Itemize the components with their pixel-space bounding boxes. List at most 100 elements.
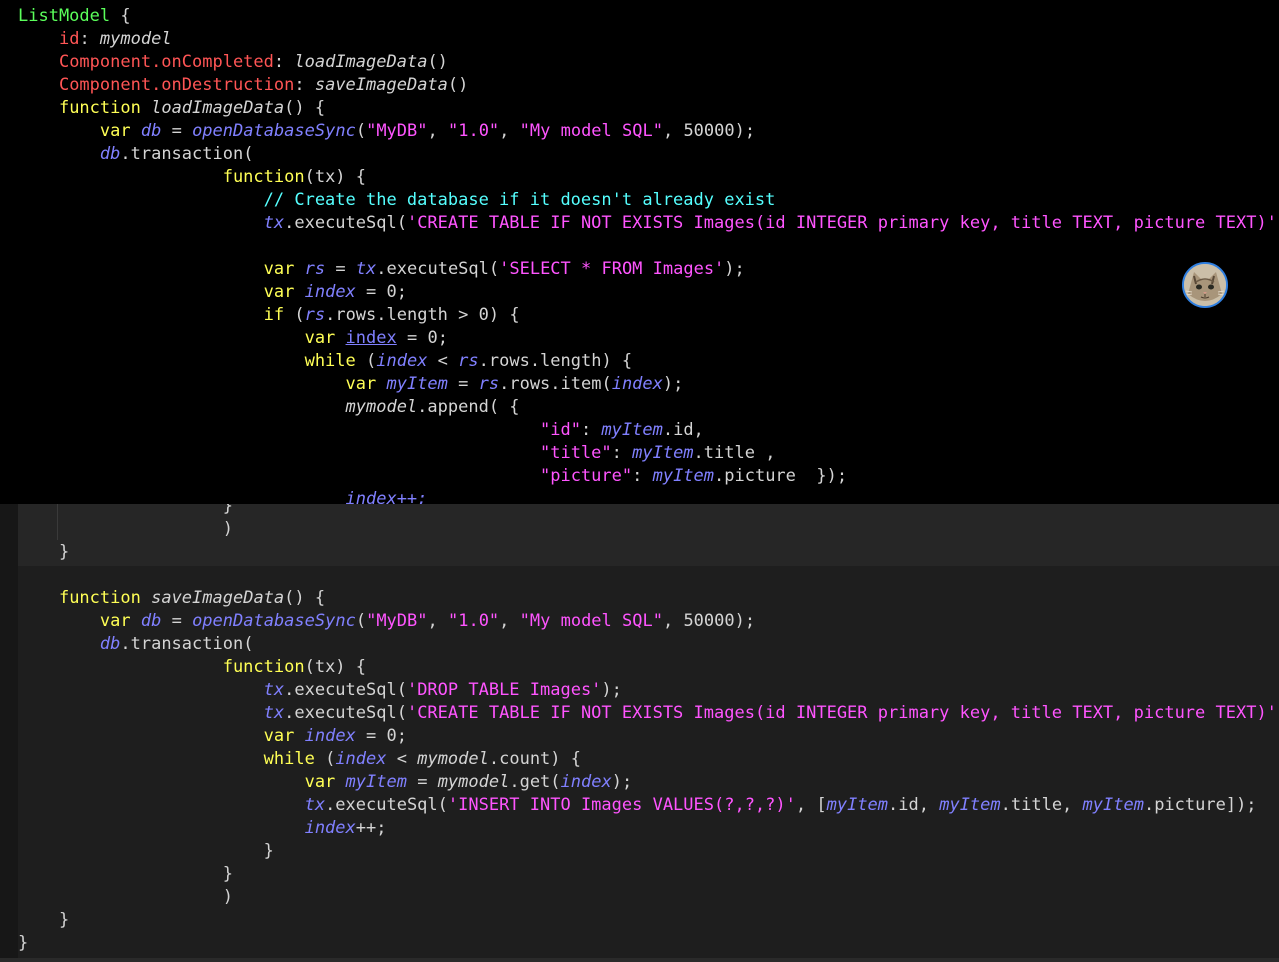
code-line[interactable]: var index = 0; [18, 725, 407, 748]
code-line[interactable]: function saveImageData() { [18, 587, 325, 610]
code-line[interactable]: "picture": myItem.picture }); [18, 465, 847, 488]
code-token: 'DROP TABLE Images' [406, 680, 602, 700]
code-line[interactable]: index++; [18, 488, 428, 504]
code-line[interactable]: ) [18, 886, 233, 909]
code-line[interactable]: var index = 0; [18, 281, 407, 304]
cat-avatar-icon[interactable] [1182, 262, 1228, 308]
code-token: = [325, 259, 356, 279]
code-token: ( [355, 351, 377, 371]
code-token: .executeSql( [284, 213, 407, 233]
code-token: var [99, 611, 131, 631]
code-line[interactable]: function(tx) { [18, 656, 366, 679]
code-line[interactable]: var index = 0; [18, 327, 448, 350]
code-token: .title , [693, 443, 776, 463]
code-token: var [304, 772, 336, 792]
code-token: ); [601, 680, 622, 700]
code-line[interactable]: var myItem = rs.rows.item(index); [18, 373, 684, 396]
code-token: .picture]); [1143, 795, 1257, 815]
code-token: index [304, 818, 356, 838]
code-token: db [140, 611, 162, 631]
code-line[interactable]: if (rs.rows.length > 0) { [18, 304, 520, 327]
code-line[interactable]: ) [18, 518, 233, 541]
code-token: = [355, 726, 387, 746]
code-line[interactable]: var myItem = mymodel.get(index); [18, 771, 633, 794]
code-token: rs [458, 351, 479, 371]
code-token: .append( { [417, 397, 520, 417]
code-line[interactable]: function(tx) { [18, 166, 366, 189]
code-token: () { [284, 588, 326, 608]
code-token: } [58, 542, 70, 562]
code-line[interactable]: db.transaction( [18, 143, 254, 166]
code-line[interactable]: "title": myItem.title , [18, 442, 775, 465]
horizontal-scrollbar[interactable] [0, 958, 1279, 962]
code-token: tx [304, 795, 326, 815]
code-token: = [161, 611, 193, 631]
code-token: = [355, 282, 387, 302]
code-line[interactable]: id: mymodel [18, 28, 172, 51]
code-line[interactable]: var db = openDatabaseSync("MyDB", "1.0",… [18, 610, 755, 633]
code-token: .rows.length) { [478, 351, 633, 371]
code-token: ) { [488, 305, 520, 325]
code-line[interactable]: var db = openDatabaseSync("MyDB", "1.0",… [18, 120, 755, 143]
code-token: "1.0" [447, 121, 500, 141]
code-line[interactable]: } [18, 840, 274, 863]
code-line[interactable]: tx.executeSql('CREATE TABLE IF NOT EXIST… [18, 212, 1279, 235]
code-line[interactable]: tx.executeSql('DROP TABLE Images'); [18, 679, 622, 702]
code-line[interactable]: var rs = tx.executeSql('SELECT * FROM Im… [18, 258, 745, 281]
code-token: ListModel [18, 6, 111, 26]
code-line[interactable]: while (index < rs.rows.length) { [18, 350, 633, 373]
code-line[interactable]: "id": myItem.id, [18, 419, 704, 442]
code-token: < [427, 351, 459, 371]
code-token: myItem [632, 443, 694, 463]
code-editor-top-pane[interactable]: ListModel { id: mymodel Component.onComp… [0, 0, 1279, 504]
code-token: ; [396, 726, 408, 746]
code-line[interactable]: } [18, 863, 233, 886]
code-token: < [386, 749, 418, 769]
code-line[interactable]: } [18, 932, 28, 955]
code-token: while [263, 749, 315, 769]
code-line[interactable]: Component.onCompleted: loadImageData() [18, 51, 448, 74]
code-line[interactable]: // Create the database if it doesn't alr… [18, 189, 776, 212]
code-token: ); [611, 772, 633, 792]
code-token: tx [263, 680, 285, 700]
code-token: rs [304, 305, 326, 325]
code-line[interactable]: index++; [18, 817, 387, 840]
code-line[interactable]: while (index < mymodel.count) { [18, 748, 581, 771]
code-line[interactable]: db.transaction( [18, 633, 254, 656]
code-line[interactable]: Component.onDestruction: saveImageData() [18, 74, 468, 97]
code-line[interactable]: ListModel { [18, 5, 131, 28]
code-token: .executeSql( [376, 259, 500, 279]
code-line[interactable]: function loadImageData() { [18, 97, 325, 120]
code-token: mymodel [417, 749, 489, 769]
code-token: myItem [345, 772, 407, 792]
code-line[interactable]: mymodel.append( { [18, 396, 520, 419]
code-token: rs [478, 374, 500, 394]
code-token: db [99, 144, 121, 164]
code-line[interactable]: tx.executeSql('INSERT INTO Images VALUES… [18, 794, 1257, 817]
code-token: function [58, 98, 141, 118]
code-editor-bottom-pane[interactable]: } ) } function saveImageData() { var db … [0, 504, 1279, 958]
code-line[interactable]: tx.executeSql('CREATE TABLE IF NOT EXIST… [18, 702, 1279, 725]
code-token: while [304, 351, 356, 371]
code-line[interactable]: } [18, 504, 233, 518]
code-token: "MyDB" [366, 121, 428, 141]
code-line[interactable]: } [18, 909, 69, 932]
code-token: , [499, 611, 520, 631]
code-line[interactable]: } [18, 541, 69, 564]
